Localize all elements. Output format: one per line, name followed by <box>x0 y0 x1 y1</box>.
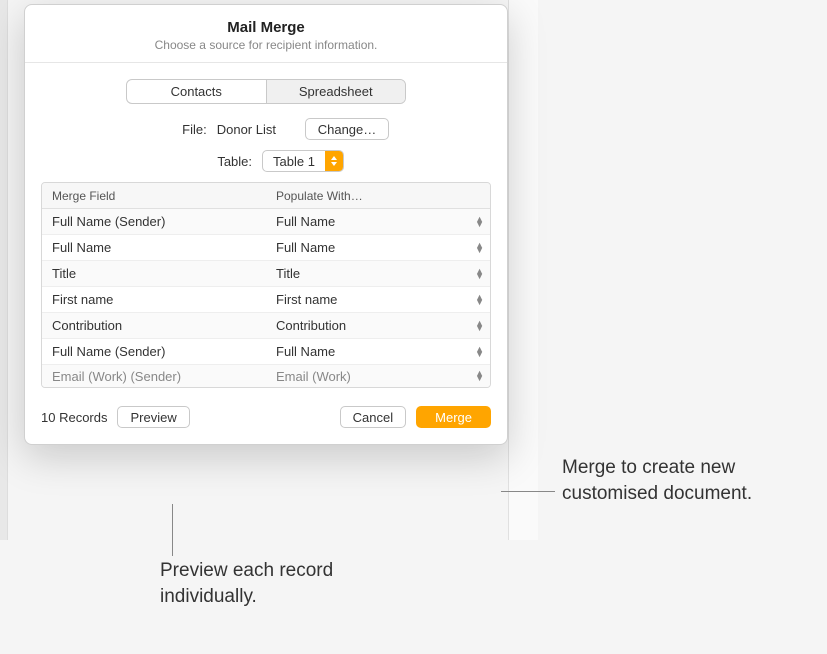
table-row[interactable]: Full Name (Sender)Full Name <box>42 209 490 235</box>
table-row[interactable]: TitleTitle <box>42 261 490 287</box>
updown-stepper-icon[interactable] <box>475 347 484 357</box>
callout-preview: Preview each record individually. <box>160 558 380 609</box>
file-label: File: <box>143 122 207 137</box>
callout-line-preview <box>172 504 173 556</box>
populate-with-cell[interactable]: Title <box>266 266 490 281</box>
updown-stepper-icon[interactable] <box>475 321 484 331</box>
dialog-footer: 10 Records Preview Cancel Merge <box>25 388 507 444</box>
populate-with-cell[interactable]: Full Name <box>266 344 490 359</box>
table-popup-value: Table 1 <box>263 154 325 169</box>
merge-field-cell: Email (Work) (Sender) <box>42 369 266 384</box>
change-button[interactable]: Change… <box>305 118 390 140</box>
mail-merge-dialog: Mail Merge Choose a source for recipient… <box>24 4 508 445</box>
table-row[interactable]: Full Name (Sender)Full Name <box>42 339 490 365</box>
file-value: Donor List <box>217 122 295 137</box>
merge-field-cell: Full Name (Sender) <box>42 344 266 359</box>
updown-arrows-icon <box>325 151 343 171</box>
merge-field-cell: Full Name (Sender) <box>42 214 266 229</box>
dialog-title: Mail Merge <box>25 19 507 36</box>
source-segmented-control[interactable]: Contacts Spreadsheet <box>126 79 406 104</box>
updown-stepper-icon[interactable] <box>475 217 484 227</box>
merge-button[interactable]: Merge <box>416 406 491 428</box>
merge-field-cell: Title <box>42 266 266 281</box>
table-row[interactable]: ContributionContribution <box>42 313 490 339</box>
table-row[interactable]: First nameFirst name <box>42 287 490 313</box>
updown-stepper-icon[interactable] <box>475 295 484 305</box>
dialog-subtitle: Choose a source for recipient informatio… <box>25 38 507 52</box>
tab-contacts[interactable]: Contacts <box>127 80 267 103</box>
preview-button[interactable]: Preview <box>117 406 189 428</box>
column-merge-field: Merge Field <box>42 189 266 203</box>
updown-stepper-icon[interactable] <box>475 371 484 381</box>
updown-stepper-icon[interactable] <box>475 269 484 279</box>
table-header: Merge Field Populate With… <box>42 183 490 209</box>
field-mapping-table: Merge Field Populate With… Full Name (Se… <box>41 182 491 388</box>
populate-with-cell[interactable]: Contribution <box>266 318 490 333</box>
callout-line-merge <box>501 491 555 492</box>
table-popup[interactable]: Table 1 <box>262 150 344 172</box>
merge-field-cell: Full Name <box>42 240 266 255</box>
populate-with-cell[interactable]: Full Name <box>266 240 490 255</box>
populate-with-cell[interactable]: Email (Work) <box>266 369 490 384</box>
callout-merge: Merge to create new customised document. <box>562 455 782 506</box>
records-count: 10 Records <box>41 410 107 425</box>
table-body: Full Name (Sender)Full NameFull NameFull… <box>42 209 490 387</box>
table-row: Table: Table 1 <box>25 150 507 172</box>
table-label: Table: <box>188 154 252 169</box>
populate-with-cell[interactable]: First name <box>266 292 490 307</box>
cancel-button[interactable]: Cancel <box>340 406 406 428</box>
background-right-panel <box>508 0 538 540</box>
file-row: File: Donor List Change… <box>25 118 507 140</box>
populate-with-cell[interactable]: Full Name <box>266 214 490 229</box>
table-row[interactable]: Full NameFull Name <box>42 235 490 261</box>
background-left-strip <box>0 0 8 540</box>
merge-field-cell: First name <box>42 292 266 307</box>
updown-stepper-icon[interactable] <box>475 243 484 253</box>
tab-spreadsheet[interactable]: Spreadsheet <box>267 80 406 103</box>
table-row[interactable]: Email (Work) (Sender)Email (Work) <box>42 365 490 387</box>
column-populate-with: Populate With… <box>266 189 490 203</box>
dialog-header: Mail Merge Choose a source for recipient… <box>25 5 507 63</box>
merge-field-cell: Contribution <box>42 318 266 333</box>
